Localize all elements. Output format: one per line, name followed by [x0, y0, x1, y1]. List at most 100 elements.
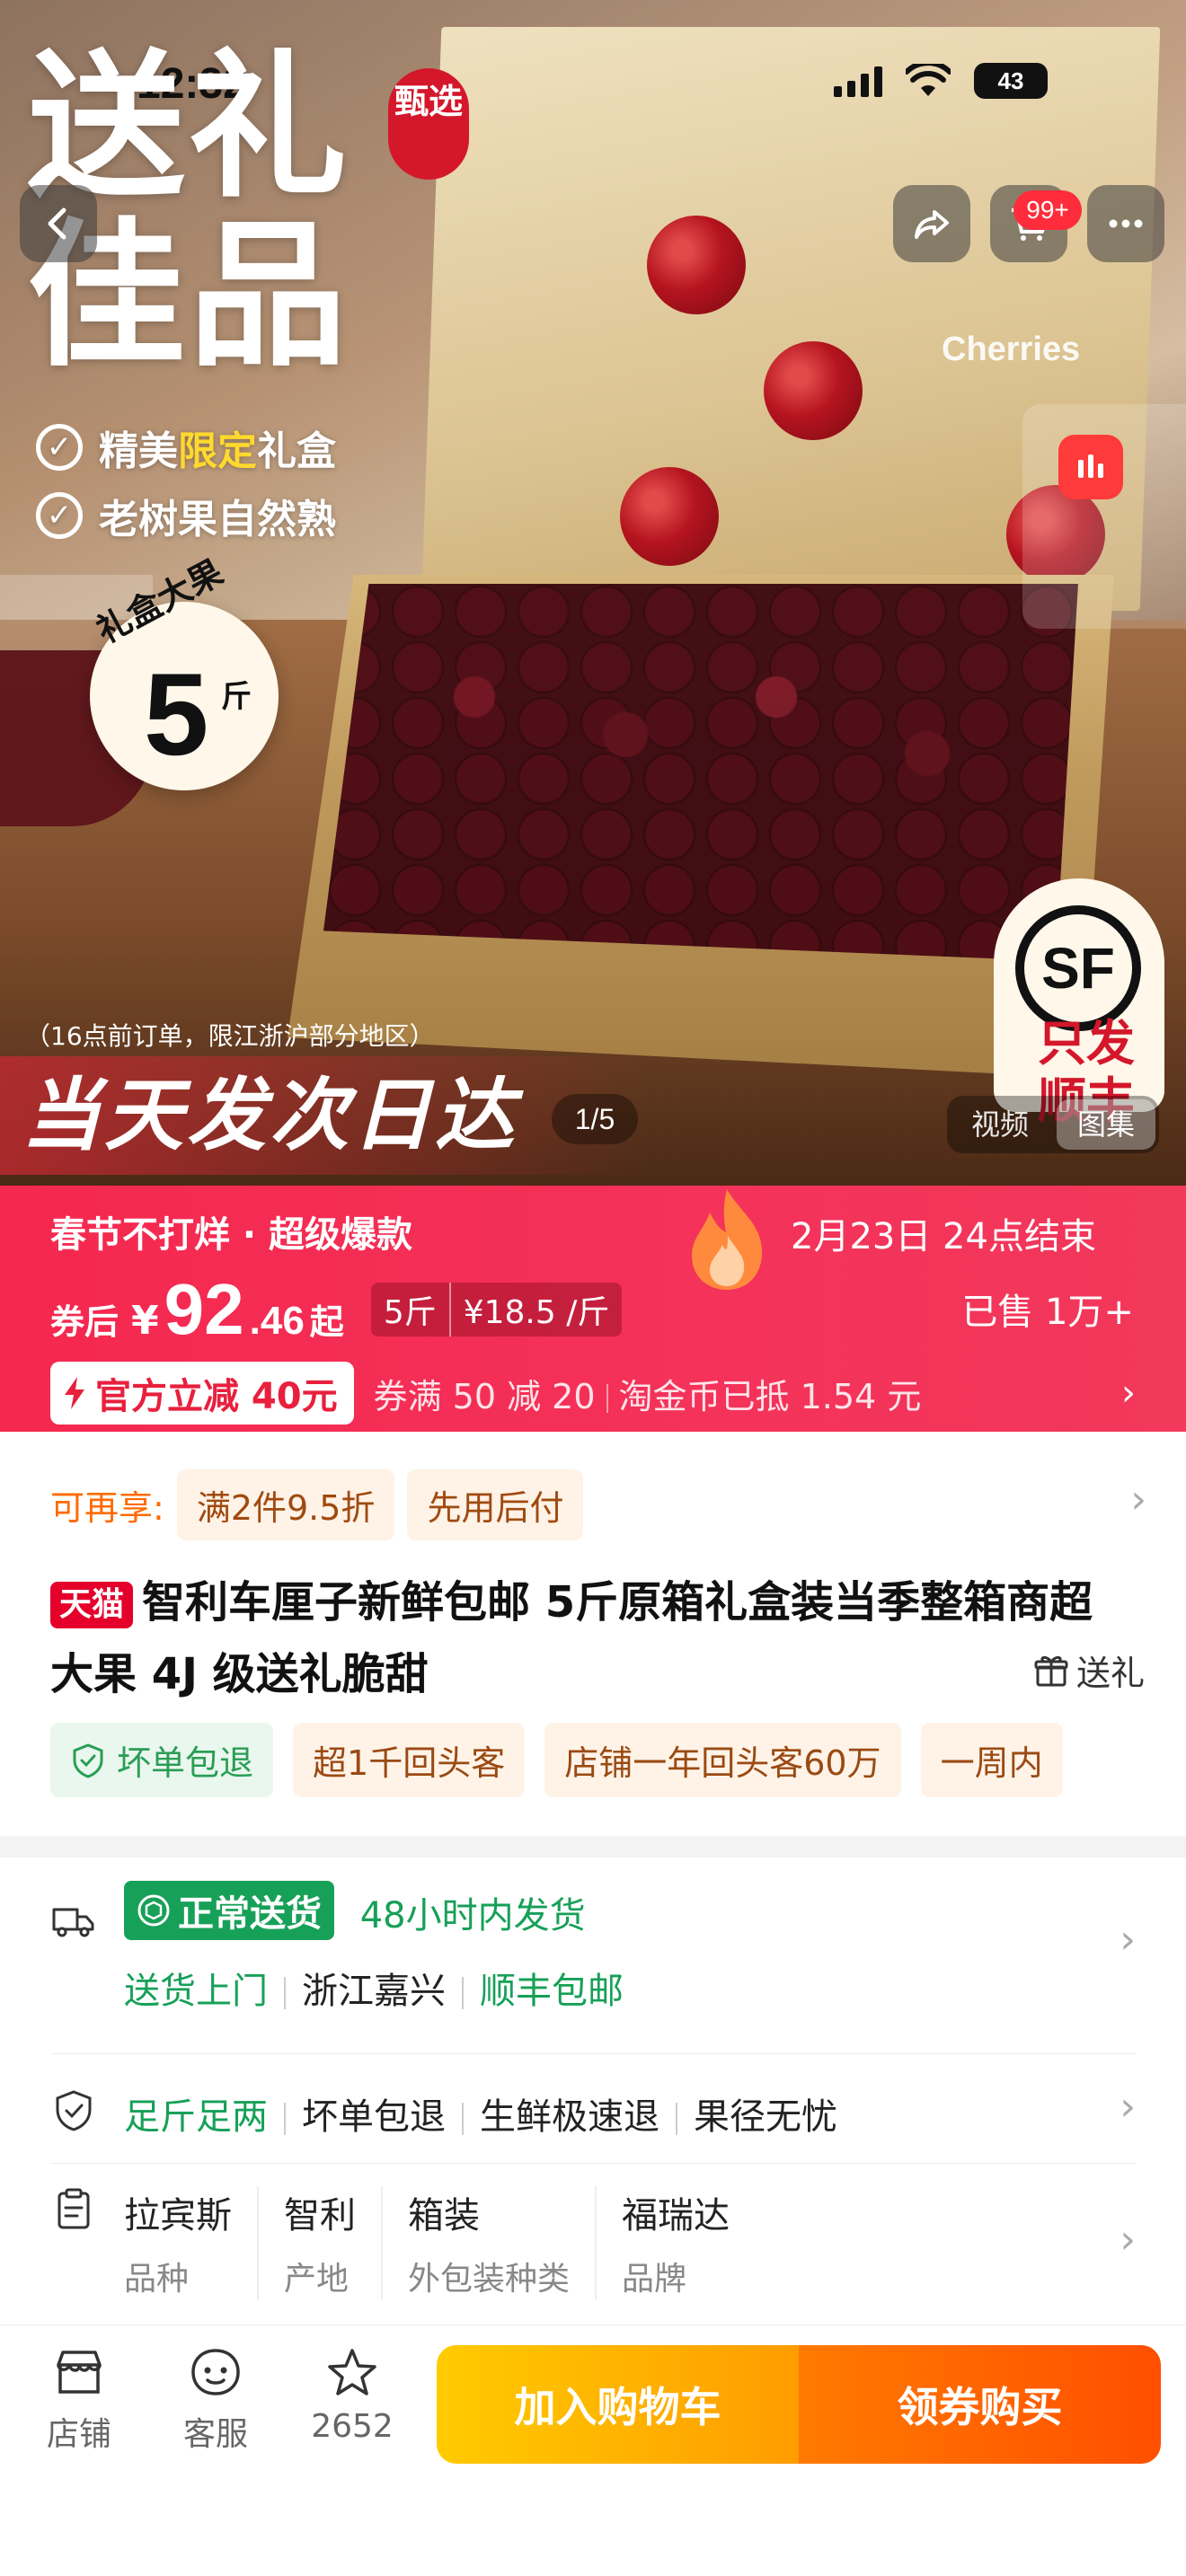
box-icon	[137, 1894, 170, 1927]
extra-offers[interactable]: 可再享: 满2件9.5折 先用后付	[50, 1469, 584, 1540]
divider	[606, 1384, 608, 1413]
gift-button[interactable]: 送礼	[1033, 1645, 1145, 1695]
tag-bad-refund[interactable]: 坏单包退	[50, 1723, 274, 1797]
offer-chip[interactable]: 满2件9.5折	[176, 1469, 395, 1540]
spec-variety: 拉宾斯 品种	[124, 2186, 259, 2299]
normal-delivery-badge: 正常送货	[124, 1881, 334, 1940]
divider	[676, 2103, 677, 2135]
wifi-icon	[906, 64, 951, 96]
guarantee-bad-refund: 坏单包退	[302, 2096, 446, 2138]
star-icon	[328, 2349, 376, 2395]
door-delivery: 送货上门	[124, 1971, 268, 2012]
guarantee-size: 果径无忧	[694, 2096, 837, 2138]
store-button[interactable]: 店铺	[25, 2343, 133, 2455]
feature-prefix: 精美	[99, 428, 178, 474]
price-prefix: 券后	[50, 1302, 119, 1342]
official-discount-text: 官方立减 40元	[95, 1376, 338, 1417]
spec-key: 品牌	[622, 2261, 687, 2298]
divider	[50, 2163, 1136, 2164]
origin-location: 浙江嘉兴	[302, 1971, 446, 2012]
add-to-cart-button[interactable]: 加入购物车	[437, 2345, 799, 2464]
back-button[interactable]	[20, 185, 97, 262]
cherry-print	[764, 341, 863, 440]
select-badge: 甄选	[388, 68, 469, 180]
status-icons: 43	[834, 63, 1048, 99]
coupon-buy-button[interactable]: 领券购买	[799, 2345, 1161, 2464]
spec-value: 拉宾斯	[124, 2195, 232, 2236]
currency-symbol: ¥	[131, 1298, 159, 1344]
free-shipping: 顺丰包邮	[480, 1971, 624, 2012]
unit-price-box: 5斤 ¥18.5 /斤	[370, 1283, 623, 1337]
favorite-count: 2652	[311, 2408, 394, 2445]
cherries-image	[323, 584, 1078, 961]
cherry-print	[647, 216, 746, 314]
guarantee-row[interactable]: 足斤足两 坏单包退 生鲜极速退 果径无忧 ›	[50, 2078, 1136, 2150]
chevron-right-icon: ›	[1120, 2217, 1136, 2263]
store-icon	[57, 2351, 102, 2394]
product-detail-page: Cherries 12:32 43 送礼 佳品 甄选 ✓ 精美限定礼盒 ✓ 老树…	[0, 0, 1186, 2576]
festival-title: 春节不打烊 · 超级爆款	[50, 1214, 413, 1256]
unit-weight: 5斤	[370, 1283, 451, 1337]
divider	[284, 1977, 286, 2009]
customer-service-label: 客服	[182, 2416, 248, 2453]
tag-store-repeat[interactable]: 店铺一年回头客60万	[544, 1723, 901, 1797]
cherry-print	[620, 467, 719, 566]
chevron-right-icon: ›	[1120, 1917, 1136, 1963]
chevron-right-icon: ›	[1120, 2084, 1136, 2130]
shield-check-icon	[56, 2090, 92, 2131]
delivery-row[interactable]: 正常送货 48小时内发货 送货上门 浙江嘉兴 顺丰包邮 ›	[50, 1881, 1136, 2032]
coupon-info: 券满 50 减 20 淘金币已抵 1.54 元	[374, 1369, 922, 1418]
tag-week[interactable]: 一周内	[920, 1723, 1063, 1797]
order-cutoff-note: （16点前订单，限江浙沪部分地区）	[25, 1021, 435, 1051]
product-title: 天猫 智利车厘子新鲜包邮 5斤原箱礼盒装当季整箱商超大果 4J 级送礼脆甜	[50, 1566, 1111, 1710]
favorite-button[interactable]: 2652	[298, 2343, 406, 2445]
tag-repeat-customers[interactable]: 超1千回头客	[293, 1723, 526, 1797]
product-hero-image[interactable]: Cherries 12:32 43 送礼 佳品 甄选 ✓ 精美限定礼盒 ✓ 老树…	[0, 0, 1186, 1186]
normal-delivery-text: 正常送货	[178, 1893, 322, 1935]
lid-brand-text: Cherries	[942, 331, 1081, 368]
same-day-banner: 当天发次日达	[0, 1056, 647, 1175]
share-button[interactable]	[893, 185, 970, 262]
tab-gallery[interactable]: 图集	[1057, 1099, 1155, 1150]
live-button[interactable]	[1058, 435, 1123, 499]
big-fruit-weight: 5	[144, 648, 209, 780]
tag-text: 坏单包退	[117, 1743, 254, 1783]
flame-icon	[692, 1189, 763, 1290]
offer-chip[interactable]: 先用后付	[407, 1469, 584, 1540]
guarantee-list: 足斤足两 坏单包退 生鲜极速退 果径无忧	[124, 2087, 837, 2139]
spec-brand: 福瑞达 品牌	[622, 2186, 755, 2299]
share-icon	[915, 210, 949, 239]
spec-value: 福瑞达	[622, 2195, 730, 2236]
more-button[interactable]	[1087, 185, 1164, 262]
image-counter: 1/5	[552, 1094, 638, 1144]
cart-count-badge: 99+	[1013, 190, 1082, 230]
purchase-actions: 加入购物车 领券购买	[437, 2345, 1161, 2464]
price-banner[interactable]: 春节不打烊 · 超级爆款 2月23日 24点结束 券后 ¥ 92 .46 起 5…	[0, 1186, 1186, 1432]
service-tags: 坏单包退 超1千回头客 店铺一年回头客60万 一周内	[50, 1723, 1063, 1797]
tmall-badge: 天猫	[50, 1582, 134, 1628]
customer-service-button[interactable]: 客服	[162, 2343, 270, 2455]
chevron-right-icon[interactable]: ›	[1130, 1477, 1146, 1522]
bottom-action-bar: 店铺 客服 2652 加入购物车 领券购买	[0, 2325, 1186, 2576]
truck-icon	[52, 1908, 94, 1937]
spec-origin: 智利 产地	[284, 2186, 383, 2299]
deadline-text: 2月23日 24点结束	[791, 1216, 1096, 1257]
coupon-threshold: 券满 50 减 20	[373, 1376, 596, 1416]
spec-columns: 拉宾斯品种 智利 产地 箱装 外包装种类 福瑞达品牌	[124, 2186, 780, 2299]
spec-value: 智利	[284, 2195, 356, 2236]
battery-icon: 43	[974, 63, 1048, 99]
delivery-info: 正常送货 48小时内发货	[124, 1881, 586, 1940]
spec-row[interactable]: 拉宾斯品种 智利 产地 箱装 外包装种类 福瑞达品牌 ›	[50, 2186, 1136, 2312]
feature-text: 精美限定礼盒	[99, 419, 336, 476]
spec-key: 品种	[124, 2261, 190, 2298]
unit-price: ¥18.5 /斤	[450, 1283, 623, 1337]
spec-packaging: 箱装 外包装种类	[408, 2186, 597, 2299]
coupon-row[interactable]: 官方立减 40元 券满 50 减 20 淘金币已抵 1.54 元 ›	[50, 1362, 1136, 1425]
price-line: 券后 ¥ 92 .46 起 5斤 ¥18.5 /斤	[50, 1268, 623, 1351]
media-switch[interactable]: 视频 图集	[947, 1096, 1159, 1153]
tab-video[interactable]: 视频	[951, 1099, 1049, 1150]
product-title-text: 智利车厘子新鲜包邮 5斤原箱礼盒装当季整箱商超大果 4J 级送礼脆甜	[50, 1577, 1093, 1699]
feature-text: 老树果自然熟	[99, 497, 336, 543]
shield-check-icon	[73, 1742, 103, 1778]
divider	[462, 2103, 464, 2135]
